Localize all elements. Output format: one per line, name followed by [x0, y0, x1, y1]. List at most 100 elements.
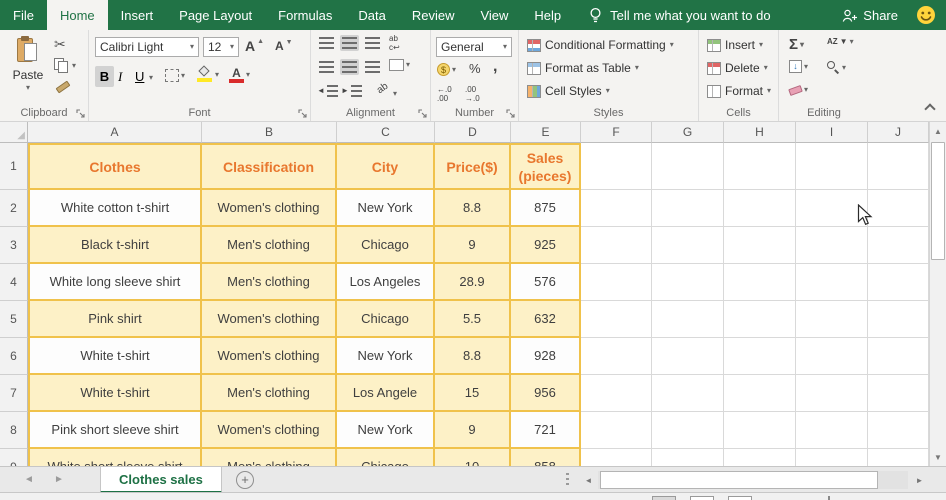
cell-E5[interactable]: 632	[511, 301, 581, 338]
row-header-6[interactable]: 6	[0, 338, 28, 375]
cell-F5[interactable]	[581, 301, 652, 338]
cell-J3[interactable]	[868, 227, 929, 264]
merge-center-button[interactable]: ▾	[389, 59, 410, 71]
cell-C1[interactable]: City	[337, 143, 435, 190]
cell-H1[interactable]	[724, 143, 796, 190]
col-header-E[interactable]: E	[511, 122, 581, 143]
col-header-F[interactable]: F	[581, 122, 652, 143]
ribbon-tab-page-layout[interactable]: Page Layout	[166, 0, 265, 30]
cell-J5[interactable]	[868, 301, 929, 338]
cell-I7[interactable]	[796, 375, 868, 412]
cell-A4[interactable]: White long sleeve shirt	[28, 264, 202, 301]
cell-D4[interactable]: 28.9	[435, 264, 511, 301]
paste-button[interactable]: Paste ▾	[8, 36, 48, 92]
conditional-formatting-button[interactable]: Conditional Formatting ▾	[527, 38, 674, 52]
align-right-button[interactable]	[365, 61, 380, 73]
cell-C3[interactable]: Chicago	[337, 227, 435, 264]
cell-J8[interactable]	[868, 412, 929, 449]
format-painter-button[interactable]	[55, 80, 71, 94]
orientation-button[interactable]: ab	[375, 81, 390, 96]
align-left-button[interactable]	[319, 61, 334, 73]
cell-A6[interactable]: White t-shirt	[28, 338, 202, 375]
cell-B3[interactable]: Men's clothing	[202, 227, 337, 264]
col-header-B[interactable]: B	[202, 122, 337, 143]
cell-D8[interactable]: 9	[435, 412, 511, 449]
insert-cells-button[interactable]: Insert ▾	[707, 38, 763, 52]
ribbon-tab-insert[interactable]: Insert	[108, 0, 167, 30]
cell-D5[interactable]: 5.5	[435, 301, 511, 338]
cell-D6[interactable]: 8.8	[435, 338, 511, 375]
autosum-button[interactable]: Σ ▾	[789, 36, 804, 53]
bottom-align-button[interactable]	[365, 37, 380, 49]
delete-cells-button[interactable]: Delete ▾	[707, 61, 768, 75]
cell-B4[interactable]: Men's clothing	[202, 264, 337, 301]
sort-filter-button[interactable]: AZ ▼ ▾	[827, 37, 854, 47]
normal-view-button[interactable]	[652, 496, 676, 500]
cell-E2[interactable]: 875	[511, 190, 581, 227]
page-layout-view-button[interactable]	[690, 496, 714, 500]
tab-splitter-handle[interactable]	[566, 473, 569, 487]
row-header-3[interactable]: 3	[0, 227, 28, 264]
fill-color-button[interactable]: ▾	[197, 65, 219, 82]
cell-J4[interactable]	[868, 264, 929, 301]
sheet-nav-left-icon[interactable]: ◄	[24, 474, 34, 485]
cell-F7[interactable]	[581, 375, 652, 412]
cell-A8[interactable]: Pink short sleeve shirt	[28, 412, 202, 449]
increase-indent-button[interactable]: ►	[341, 85, 362, 97]
select-all-corner[interactable]: ◢	[0, 122, 28, 143]
clipboard-dialog-launcher[interactable]	[76, 109, 85, 118]
borders-button[interactable]: ▾	[165, 69, 185, 82]
cell-C8[interactable]: New York	[337, 412, 435, 449]
font-dialog-launcher[interactable]	[298, 109, 307, 118]
wrap-text-button[interactable]: ab c↩	[389, 34, 400, 53]
cell-J6[interactable]	[868, 338, 929, 375]
cut-button[interactable]: ✂	[54, 36, 66, 53]
col-header-J[interactable]: J	[868, 122, 929, 143]
row-header-7[interactable]: 7	[0, 375, 28, 412]
cell-C6[interactable]: New York	[337, 338, 435, 375]
share-button[interactable]: Share	[842, 8, 898, 23]
col-header-D[interactable]: D	[435, 122, 511, 143]
cell-I1[interactable]	[796, 143, 868, 190]
cell-A7[interactable]: White t-shirt	[28, 375, 202, 412]
cell-D7[interactable]: 15	[435, 375, 511, 412]
font-color-button[interactable]: A ▾	[229, 66, 250, 83]
cell-F3[interactable]	[581, 227, 652, 264]
cell-C5[interactable]: Chicago	[337, 301, 435, 338]
row-header-8[interactable]: 8	[0, 412, 28, 449]
cell-D9[interactable]: 10	[435, 449, 511, 466]
cell-J1[interactable]	[868, 143, 929, 190]
increase-decimal-button[interactable]: ←.0.00	[437, 85, 452, 104]
accounting-format-button[interactable]: $ ▾	[437, 63, 456, 76]
middle-align-button[interactable]	[340, 35, 359, 51]
cell-G9[interactable]	[652, 449, 724, 466]
cell-B7[interactable]: Men's clothing	[202, 375, 337, 412]
zoom-slider[interactable]	[828, 496, 830, 500]
underline-button[interactable]: U	[135, 66, 144, 87]
smiley-icon[interactable]	[916, 5, 936, 25]
cell-G6[interactable]	[652, 338, 724, 375]
cell-E8[interactable]: 721	[511, 412, 581, 449]
horizontal-scroll-thumb[interactable]	[600, 471, 878, 489]
cell-E6[interactable]: 928	[511, 338, 581, 375]
cell-J2[interactable]	[868, 190, 929, 227]
cell-H8[interactable]	[724, 412, 796, 449]
cell-B1[interactable]: Classification	[202, 143, 337, 190]
italic-button[interactable]: I	[118, 66, 132, 87]
ribbon-tab-formulas[interactable]: Formulas	[265, 0, 345, 30]
fill-button[interactable]: ↓ ▾	[789, 60, 808, 73]
cell-F6[interactable]	[581, 338, 652, 375]
row-header-9[interactable]: 9	[0, 449, 28, 466]
alignment-dialog-launcher[interactable]	[418, 109, 427, 118]
cell-F9[interactable]	[581, 449, 652, 466]
find-select-button[interactable]: ▾	[827, 61, 846, 74]
ribbon-tab-view[interactable]: View	[467, 0, 521, 30]
cell-H9[interactable]	[724, 449, 796, 466]
ribbon-tab-review[interactable]: Review	[399, 0, 468, 30]
cell-E1[interactable]: Sales (pieces)	[511, 143, 581, 190]
cell-H3[interactable]	[724, 227, 796, 264]
ribbon-tab-data[interactable]: Data	[345, 0, 398, 30]
center-button[interactable]	[340, 59, 359, 75]
format-cells-button[interactable]: Format ▾	[707, 84, 771, 98]
cell-F1[interactable]	[581, 143, 652, 190]
